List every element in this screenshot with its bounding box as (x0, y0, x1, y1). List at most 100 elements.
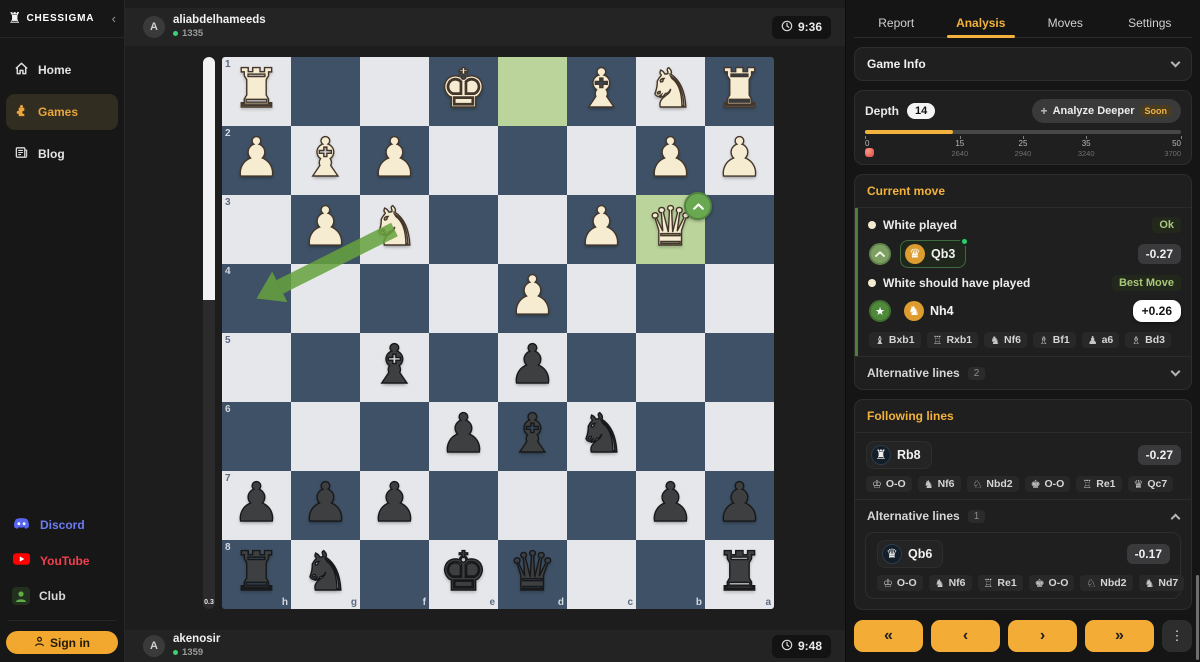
square-b8[interactable]: b (636, 540, 705, 609)
alt-line-move-chip[interactable]: ♛ Qb6 (877, 540, 943, 568)
line-move[interactable]: ♞Nf6 (929, 575, 972, 591)
square-f8[interactable]: f (360, 540, 429, 609)
square-d6[interactable]: ♝ (498, 402, 567, 471)
square-f7[interactable]: ♟ (360, 471, 429, 540)
square-b5[interactable] (636, 333, 705, 402)
square-e5[interactable] (429, 333, 498, 402)
line-move[interactable]: ♚O-O (1025, 476, 1071, 492)
square-g1[interactable] (291, 57, 360, 126)
square-h8[interactable]: 8h♜ (222, 540, 291, 609)
chess-board[interactable]: 1♜♚♝♞♜2♟♝♟♟♟3♟♞♟♛4♟5♝♟6♟♝♞7♟♟♟♟♟8h♜g♞fe♚… (222, 57, 774, 609)
square-c5[interactable] (567, 333, 636, 402)
sidebar-link-youtube[interactable]: YouTube (6, 543, 118, 578)
square-g8[interactable]: g♞ (291, 540, 360, 609)
square-a4[interactable] (705, 264, 774, 333)
square-c6[interactable]: ♞ (567, 402, 636, 471)
square-a2[interactable]: ♟ (705, 126, 774, 195)
square-h6[interactable]: 6 (222, 402, 291, 471)
line-move[interactable]: ♖Re1 (978, 575, 1023, 591)
line-move[interactable]: ♞Nd7 (1139, 575, 1185, 591)
square-g5[interactable] (291, 333, 360, 402)
avatar[interactable]: A (143, 635, 165, 657)
more-options-button[interactable]: ⋮ (1162, 620, 1192, 652)
square-h1[interactable]: 1♜ (222, 57, 291, 126)
square-g3[interactable]: ♟ (291, 195, 360, 264)
first-move-button[interactable]: « (854, 620, 923, 652)
tab-report[interactable]: Report (854, 8, 939, 37)
square-g6[interactable] (291, 402, 360, 471)
tab-analysis[interactable]: Analysis (939, 8, 1024, 37)
tab-settings[interactable]: Settings (1108, 8, 1193, 37)
square-d2[interactable] (498, 126, 567, 195)
square-e6[interactable]: ♟ (429, 402, 498, 471)
following-move-chip[interactable]: ♜ Rb8 (866, 441, 932, 469)
line-move[interactable]: ♔O-O (877, 575, 923, 591)
square-b1[interactable]: ♞ (636, 57, 705, 126)
game-info-header[interactable]: Game Info (855, 48, 1191, 80)
previous-move-button[interactable]: ‹ (931, 620, 1000, 652)
line-move[interactable]: ♔O-O (866, 476, 912, 492)
square-a3[interactable] (705, 195, 774, 264)
square-g7[interactable]: ♟ (291, 471, 360, 540)
line-move[interactable]: ♗Bf1 (1033, 332, 1076, 348)
square-e8[interactable]: e♚ (429, 540, 498, 609)
square-g2[interactable]: ♝ (291, 126, 360, 195)
alternative-lines-toggle[interactable]: Alternative lines 2 (855, 356, 1191, 389)
scrollbar-thumb[interactable] (1196, 575, 1199, 660)
sidebar-item-blog[interactable]: Blog (6, 136, 118, 172)
tab-moves[interactable]: Moves (1023, 8, 1108, 37)
square-b7[interactable]: ♟ (636, 471, 705, 540)
square-f5[interactable]: ♝ (360, 333, 429, 402)
sidebar-link-discord[interactable]: Discord (6, 507, 118, 543)
square-f2[interactable]: ♟ (360, 126, 429, 195)
square-d7[interactable] (498, 471, 567, 540)
line-move[interactable]: ♞Nf6 (918, 476, 961, 492)
square-g4[interactable] (291, 264, 360, 333)
square-f6[interactable] (360, 402, 429, 471)
square-h4[interactable]: 4 (222, 264, 291, 333)
square-c8[interactable]: c (567, 540, 636, 609)
square-f1[interactable] (360, 57, 429, 126)
avatar[interactable]: A (143, 16, 165, 38)
sidebar-collapse-icon[interactable]: ‹ (112, 12, 116, 25)
line-move[interactable]: ♗Bd3 (1125, 332, 1171, 348)
square-a6[interactable] (705, 402, 774, 471)
sidebar-link-club[interactable]: Club (6, 578, 118, 614)
line-move[interactable]: ♝Bxb1 (869, 332, 921, 348)
last-move-button[interactable]: » (1085, 620, 1154, 652)
next-move-button[interactable]: › (1008, 620, 1077, 652)
best-move-chip[interactable]: ♞ Nh4 (900, 298, 964, 324)
square-h2[interactable]: 2♟ (222, 126, 291, 195)
analyze-deeper-button[interactable]: + Analyze Deeper Soon (1032, 99, 1181, 123)
line-move[interactable]: ♘Nbd2 (1080, 575, 1132, 591)
square-h5[interactable]: 5 (222, 333, 291, 402)
square-c2[interactable] (567, 126, 636, 195)
square-e3[interactable] (429, 195, 498, 264)
played-move-chip[interactable]: ♛ Qb3 (900, 240, 966, 268)
square-h7[interactable]: 7♟ (222, 471, 291, 540)
sidebar-item-home[interactable]: Home (6, 52, 118, 88)
square-e7[interactable] (429, 471, 498, 540)
line-move[interactable]: ♛Qc7 (1128, 476, 1174, 492)
square-c3[interactable]: ♟ (567, 195, 636, 264)
square-d8[interactable]: d♛ (498, 540, 567, 609)
alternative-lines-toggle[interactable]: Alternative lines 1 (855, 499, 1191, 532)
square-b2[interactable]: ♟ (636, 126, 705, 195)
line-move[interactable]: ♘Nbd2 (967, 476, 1019, 492)
square-d4[interactable]: ♟ (498, 264, 567, 333)
square-b6[interactable] (636, 402, 705, 471)
square-c7[interactable] (567, 471, 636, 540)
line-move[interactable]: ♚O-O (1029, 575, 1075, 591)
line-move[interactable]: ♖Rxb1 (927, 332, 979, 348)
square-h3[interactable]: 3 (222, 195, 291, 264)
depth-slider[interactable]: 0152640252940353240503700 (855, 126, 1191, 164)
square-a5[interactable] (705, 333, 774, 402)
sign-in-button[interactable]: Sign in (6, 631, 118, 654)
square-e4[interactable] (429, 264, 498, 333)
line-move[interactable]: ♖Re1 (1076, 476, 1121, 492)
slider-track[interactable] (865, 130, 1181, 134)
square-c4[interactable] (567, 264, 636, 333)
square-a8[interactable]: a♜ (705, 540, 774, 609)
square-f4[interactable] (360, 264, 429, 333)
line-move[interactable]: ♞Nf6 (984, 332, 1027, 348)
